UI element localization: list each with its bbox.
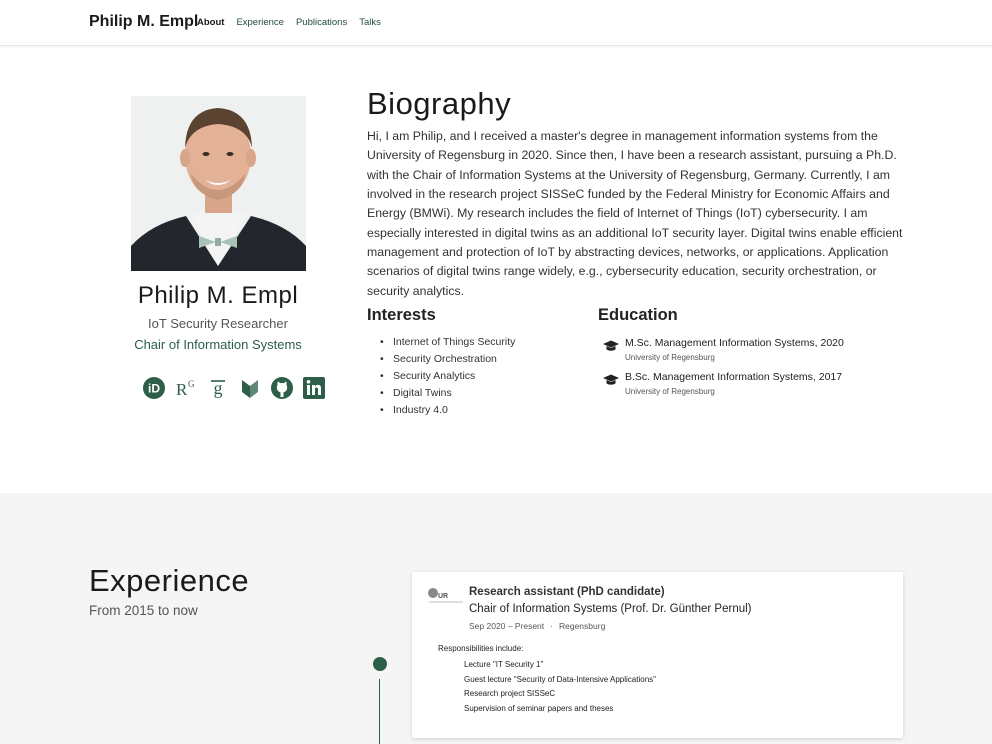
nav-link-talks[interactable]: Talks xyxy=(359,17,381,28)
experience-role: Research assistant (PhD candidate) xyxy=(469,586,665,598)
nav-link-publications[interactable]: Publications xyxy=(296,17,347,28)
graduation-cap-icon xyxy=(603,340,619,351)
dblp-icon[interactable] xyxy=(238,376,262,400)
education-institution: University of Regensburg xyxy=(625,387,715,396)
meta-separator: · xyxy=(550,621,553,631)
orcid-icon[interactable]: iD xyxy=(142,376,166,400)
svg-text:iD: iD xyxy=(148,382,160,396)
profile-organization[interactable]: Chair of Information Systems xyxy=(90,337,346,352)
profile-name: Philip M. Empl xyxy=(137,282,299,309)
list-item: Internet of Things Security xyxy=(380,334,515,351)
interests-title: Interests xyxy=(367,306,436,324)
experience-card: UR Research assistant (PhD candidate) Ch… xyxy=(412,572,903,738)
timeline-dot xyxy=(373,657,387,671)
svg-text:R: R xyxy=(176,380,188,399)
list-item: Research project SISSeC xyxy=(464,689,556,698)
experience-meta: Sep 2020 – Present · Regensburg xyxy=(469,621,605,631)
education-title: Education xyxy=(598,306,678,324)
biography-text: Hi, I am Philip, and I received a master… xyxy=(367,129,903,298)
experience-title: Experience xyxy=(89,563,250,598)
site-brand[interactable]: Philip M. Empl xyxy=(89,13,198,31)
responsibilities-list: Lecture "IT Security 1" Guest lecture "S… xyxy=(464,658,656,716)
list-item: Supervision of seminar papers and theses xyxy=(464,703,614,713)
github-icon[interactable] xyxy=(270,376,294,400)
researchgate-icon[interactable]: RG xyxy=(174,376,198,400)
nav-links: About Experience Publications Talks xyxy=(197,17,381,28)
education-degree: B.Sc. Management Information Systems, 20… xyxy=(625,371,843,383)
education-degree: M.Sc. Management Information Systems, 20… xyxy=(625,337,844,349)
responsibilities-title: Responsibilities include: xyxy=(438,644,524,653)
svg-text:G: G xyxy=(188,379,195,389)
linkedin-icon[interactable] xyxy=(302,376,326,400)
profile-role: IoT Security Researcher xyxy=(148,316,288,331)
nav-link-about[interactable]: About xyxy=(197,17,224,28)
university-logo-text: UR xyxy=(438,593,448,600)
experience-dates: Sep 2020 – Present xyxy=(469,621,545,631)
experience-organization: Chair of Information Systems (Prof. Dr. … xyxy=(469,603,752,615)
experience-location: Regensburg xyxy=(558,621,606,631)
experience-section: Experience From 2015 to now UR Research … xyxy=(0,493,992,744)
social-links: iD RG g xyxy=(142,376,326,400)
list-item: Guest lecture "Security of Data-Intensiv… xyxy=(464,674,656,684)
interests-list: Internet of Things Security Security Orc… xyxy=(380,334,515,419)
graduation-cap-icon xyxy=(603,374,619,385)
timeline-line xyxy=(379,679,380,744)
list-item: Security Analytics xyxy=(380,368,515,385)
education-institution: University of Regensburg xyxy=(625,353,715,362)
navbar: Philip M. Empl About Experience Publicat… xyxy=(0,0,992,46)
biography-title: Biography xyxy=(367,86,512,121)
nav-link-experience[interactable]: Experience xyxy=(236,17,284,28)
list-item: Security Orchestration xyxy=(380,351,515,368)
list-item: Industry 4.0 xyxy=(380,402,515,419)
list-item: Lecture "IT Security 1" xyxy=(464,660,544,669)
university-logo: UR xyxy=(428,588,463,603)
list-item: Digital Twins xyxy=(380,385,515,402)
google-scholar-icon[interactable]: g xyxy=(206,376,230,400)
experience-subtitle: From 2015 to now xyxy=(89,603,198,618)
profile-photo xyxy=(131,96,306,271)
